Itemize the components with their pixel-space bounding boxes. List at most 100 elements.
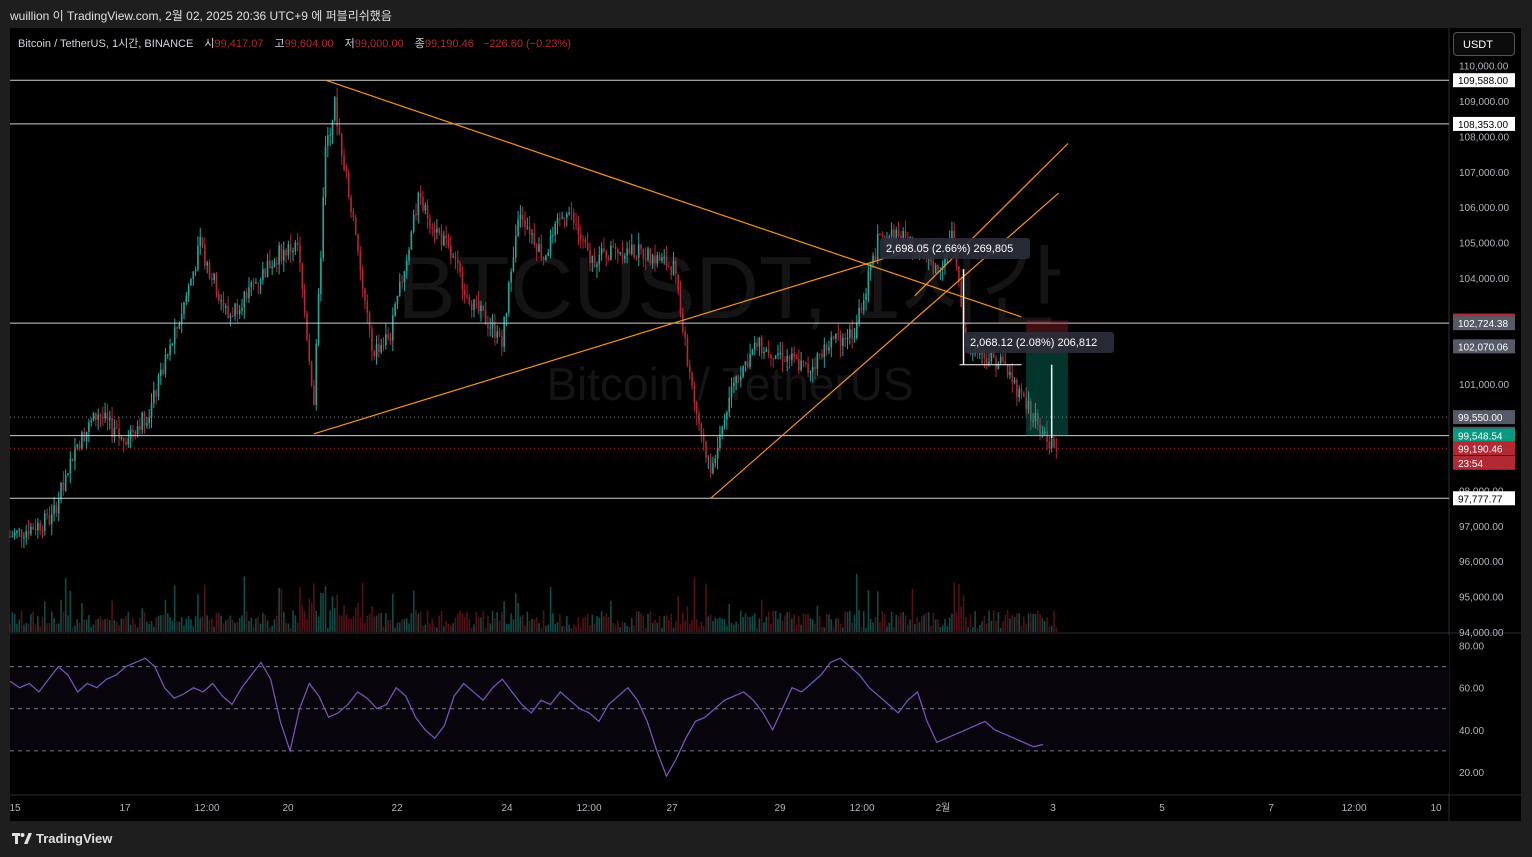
- candle-body: [705, 441, 707, 459]
- candle-body: [352, 211, 355, 218]
- volume-bar: [621, 621, 624, 632]
- candle-body: [635, 257, 638, 259]
- volume-bar: [13, 613, 16, 632]
- volume-bar: [503, 601, 505, 632]
- candle-body: [218, 293, 220, 301]
- volume-bar: [278, 587, 280, 632]
- candle-body: [825, 344, 828, 351]
- volume-bar: [445, 621, 447, 632]
- volume-bar: [897, 616, 900, 632]
- volume-bar: [1023, 616, 1025, 632]
- volume-bar: [95, 620, 97, 632]
- volume-bar: [359, 617, 362, 632]
- candle-body: [136, 426, 139, 435]
- time-tick-label: 12:00: [1341, 803, 1366, 814]
- volume-bar: [155, 617, 157, 632]
- volume-bar: [1030, 613, 1032, 632]
- candle-body: [851, 329, 853, 339]
- candle-body: [371, 328, 373, 351]
- volume-bar: [180, 616, 183, 632]
- volume-bar: [651, 623, 654, 632]
- candle-body: [447, 238, 450, 247]
- time-tick-label: 27: [666, 803, 678, 814]
- volume-bar: [64, 577, 67, 632]
- volume-bar: [484, 627, 487, 632]
- volume-bar: [758, 618, 761, 632]
- volume-bar: [366, 615, 369, 632]
- volume-bar: [858, 610, 860, 632]
- volume-bar: [466, 611, 468, 632]
- chart-canvas[interactable]: BTCUSDT, 1시간Bitcoin / TetherUS 2,698.05 …: [0, 0, 1532, 857]
- candle-body: [468, 296, 471, 304]
- candle-body: [668, 266, 670, 268]
- candle-body: [865, 293, 867, 301]
- volume-bar: [508, 624, 510, 632]
- candle-body: [867, 270, 870, 294]
- volume-bar: [403, 619, 406, 632]
- volume-bar: [378, 613, 380, 632]
- volume-bar: [895, 614, 898, 632]
- candle-body: [665, 256, 668, 267]
- price-tag-0: 109,588.00: [1458, 76, 1508, 87]
- price-tick-label: 106,000.00: [1459, 203, 1509, 214]
- candle-body: [814, 367, 816, 369]
- candle-body: [572, 212, 575, 224]
- volume-bar: [382, 626, 385, 632]
- candle-body: [626, 248, 628, 256]
- candle-body: [756, 342, 758, 347]
- volume-bar: [199, 617, 202, 632]
- candle-body: [733, 382, 735, 387]
- volume-bar: [1006, 610, 1009, 632]
- volume-bar: [1053, 610, 1055, 632]
- candle-body: [454, 256, 457, 260]
- volume-bar: [324, 585, 327, 632]
- candle-body: [389, 338, 392, 341]
- volume-bar: [118, 625, 120, 632]
- candle-body: [32, 526, 34, 530]
- candle-body: [310, 361, 313, 386]
- volume-bar: [686, 606, 689, 632]
- candle-body: [169, 344, 171, 355]
- candle-body: [178, 323, 181, 329]
- candle-body: [190, 278, 192, 286]
- currency-button[interactable]: USDT: [1453, 32, 1515, 56]
- candle-body: [798, 358, 800, 371]
- volume-bar: [408, 623, 410, 632]
- candle-body: [1053, 438, 1055, 448]
- volume-bar: [53, 618, 55, 632]
- volume-bar: [236, 622, 239, 632]
- volume-bar: [920, 615, 923, 632]
- time-tick-label: 12:00: [194, 803, 219, 814]
- volume-bar: [974, 610, 976, 632]
- candle-body: [44, 513, 46, 531]
- candle-body: [663, 256, 666, 258]
- volume-bar: [684, 620, 686, 632]
- candle-body: [591, 255, 594, 263]
- candle-body: [830, 336, 833, 348]
- volume-bar: [568, 624, 570, 632]
- candle-body: [700, 423, 703, 435]
- volume-bar: [115, 621, 118, 632]
- candle-body: [603, 248, 605, 251]
- volume-bar: [169, 617, 171, 632]
- candle-body: [276, 263, 278, 265]
- volume-bar: [804, 614, 807, 632]
- volume-bar: [350, 618, 352, 632]
- candle-body: [361, 270, 364, 289]
- volume-bar: [1050, 625, 1053, 632]
- candle-body: [519, 214, 522, 220]
- volume-bar: [303, 610, 306, 632]
- candle-body: [607, 258, 610, 261]
- volume-bar: [816, 605, 819, 632]
- candle-body: [380, 344, 382, 353]
- candle-body: [459, 263, 461, 272]
- volume-bar: [647, 613, 649, 632]
- legend-open-label: 시: [204, 38, 215, 50]
- candle-body: [385, 334, 387, 345]
- volume-bar: [856, 573, 858, 632]
- candle-body: [164, 354, 167, 375]
- volume-bar: [670, 613, 672, 632]
- candle-body: [241, 307, 243, 311]
- candle-body: [278, 245, 280, 265]
- candle-body: [252, 282, 255, 284]
